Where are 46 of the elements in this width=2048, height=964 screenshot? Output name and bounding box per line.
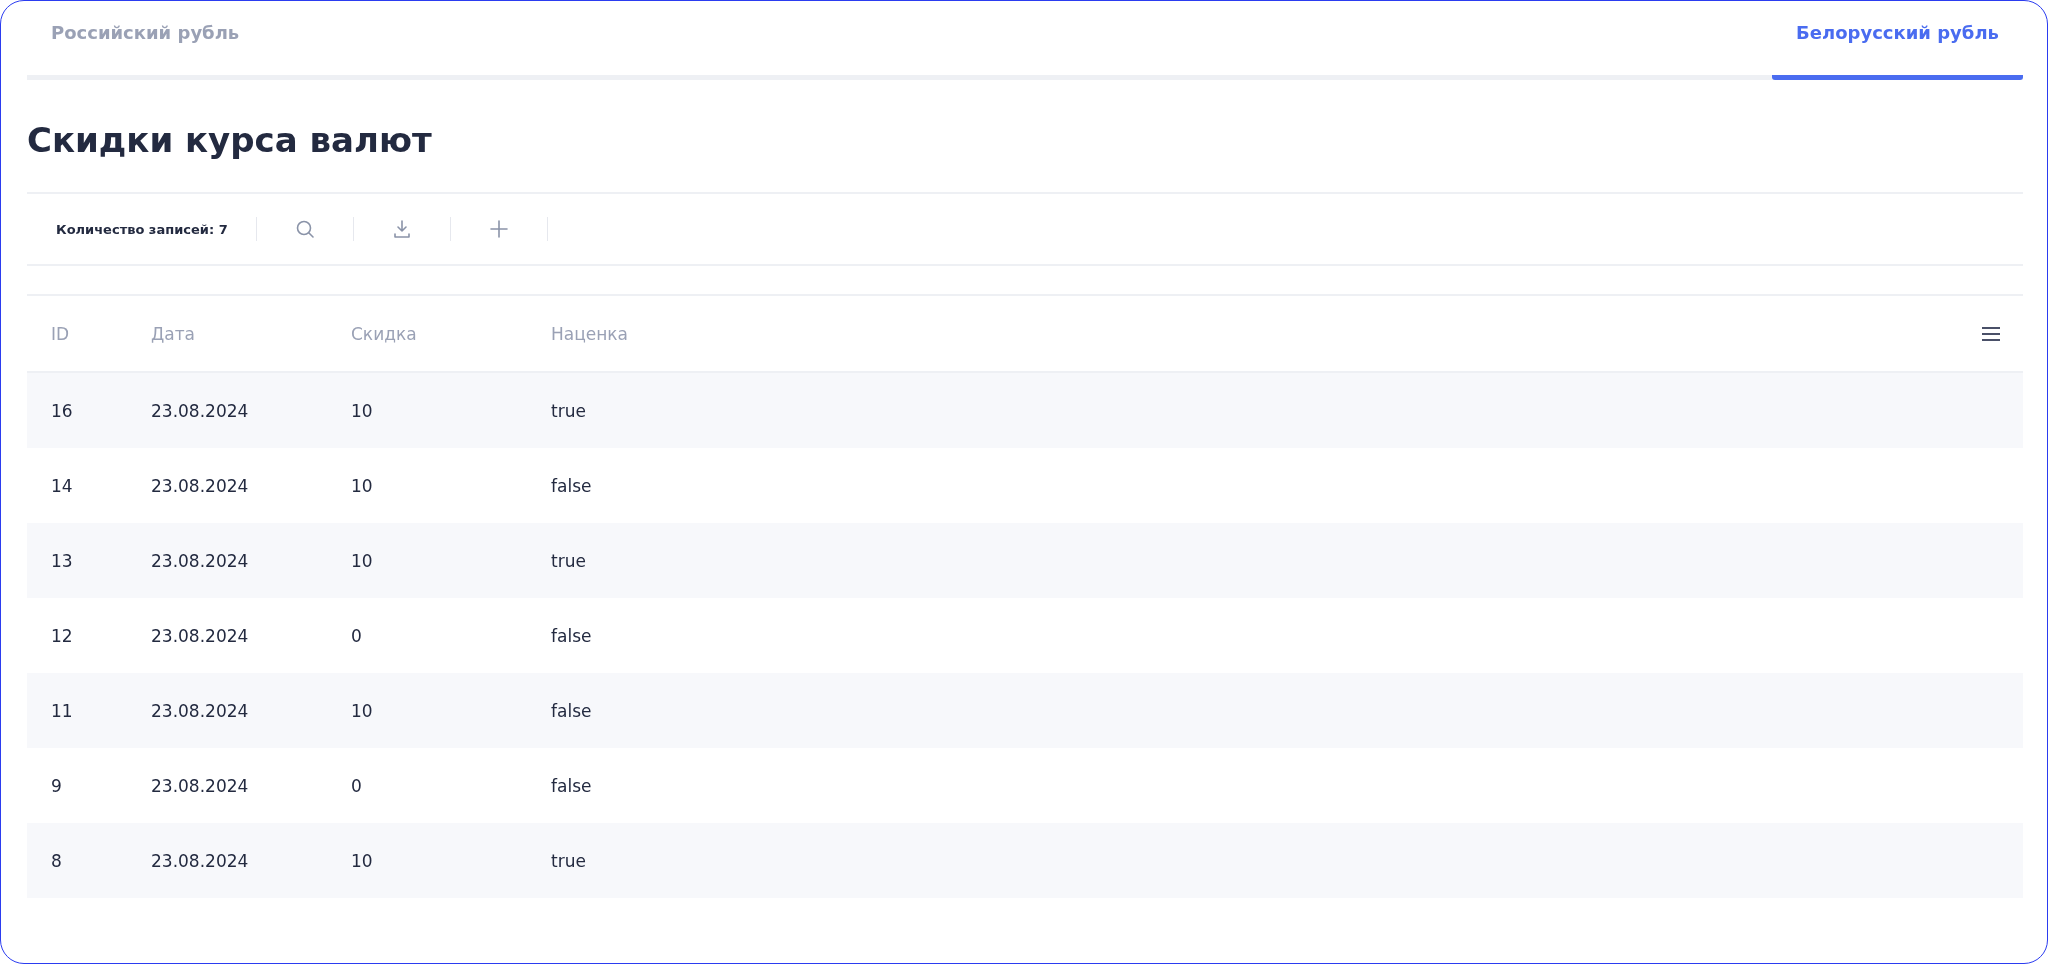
table-cell-text: 10 xyxy=(350,850,374,871)
table-cell-text: true xyxy=(550,550,587,571)
page-title: Скидки курса валют xyxy=(27,119,433,162)
table-cell-text: 14 xyxy=(50,475,74,496)
table-row[interactable]: 14 23.08.2024 10 false xyxy=(27,448,2023,523)
table-row[interactable]: 13 23.08.2024 10 true xyxy=(27,523,2023,598)
table-cell-text: 11 xyxy=(50,700,74,721)
table-cell-text: false xyxy=(550,775,593,796)
add-icon[interactable] xyxy=(488,219,509,239)
table-cell-text: 0 xyxy=(350,625,363,646)
table-cell-text: true xyxy=(550,400,587,421)
table-cell-text: 23.08.2024 xyxy=(150,850,250,871)
table-cell-text: 8 xyxy=(50,850,63,871)
table-cell-text: 0 xyxy=(350,775,363,796)
table-cell-text: 23.08.2024 xyxy=(150,700,250,721)
currency-tab[interactable]: Белорусский рубль xyxy=(1772,1,2023,80)
table-cell-text: 23.08.2024 xyxy=(150,475,250,496)
table-cell-text: 23.08.2024 xyxy=(150,550,250,571)
table-cell-text: false xyxy=(550,475,593,496)
column-header: Дата xyxy=(150,323,197,344)
record-count: Количество записей: 7 xyxy=(56,221,228,237)
table-cell-text: false xyxy=(550,700,593,721)
table-cell-text: true xyxy=(550,850,587,871)
table-row[interactable]: 9 23.08.2024 0 false xyxy=(27,748,2023,823)
column-header: Скидка xyxy=(350,323,418,344)
table-cell-text: 10 xyxy=(350,475,374,496)
table-cell-text: 10 xyxy=(350,700,374,721)
table-cell-text: 23.08.2024 xyxy=(150,775,250,796)
table-cell-text: 10 xyxy=(350,400,374,421)
table-cell-text: false xyxy=(550,625,593,646)
menu-icon[interactable] xyxy=(1981,325,2001,342)
column-header: Наценка xyxy=(550,323,630,344)
table-cell-text: 23.08.2024 xyxy=(150,400,250,421)
table-cell-text: 13 xyxy=(50,550,74,571)
table-cell-text: 16 xyxy=(50,400,74,421)
table-row[interactable]: 8 23.08.2024 10 true xyxy=(27,823,2023,898)
table-row[interactable]: 11 23.08.2024 10 false xyxy=(27,673,2023,748)
column-header: ID xyxy=(50,323,71,344)
table-cell-text: 10 xyxy=(350,550,374,571)
table-row[interactable]: 12 23.08.2024 0 false xyxy=(27,598,2023,673)
table-cell-text: 9 xyxy=(50,775,63,796)
table-row[interactable]: 16 23.08.2024 10 true xyxy=(27,373,2023,448)
table-cell-text: 12 xyxy=(50,625,74,646)
download-icon[interactable] xyxy=(391,219,412,239)
search-icon[interactable] xyxy=(294,219,315,239)
table-cell-text: 23.08.2024 xyxy=(150,625,250,646)
